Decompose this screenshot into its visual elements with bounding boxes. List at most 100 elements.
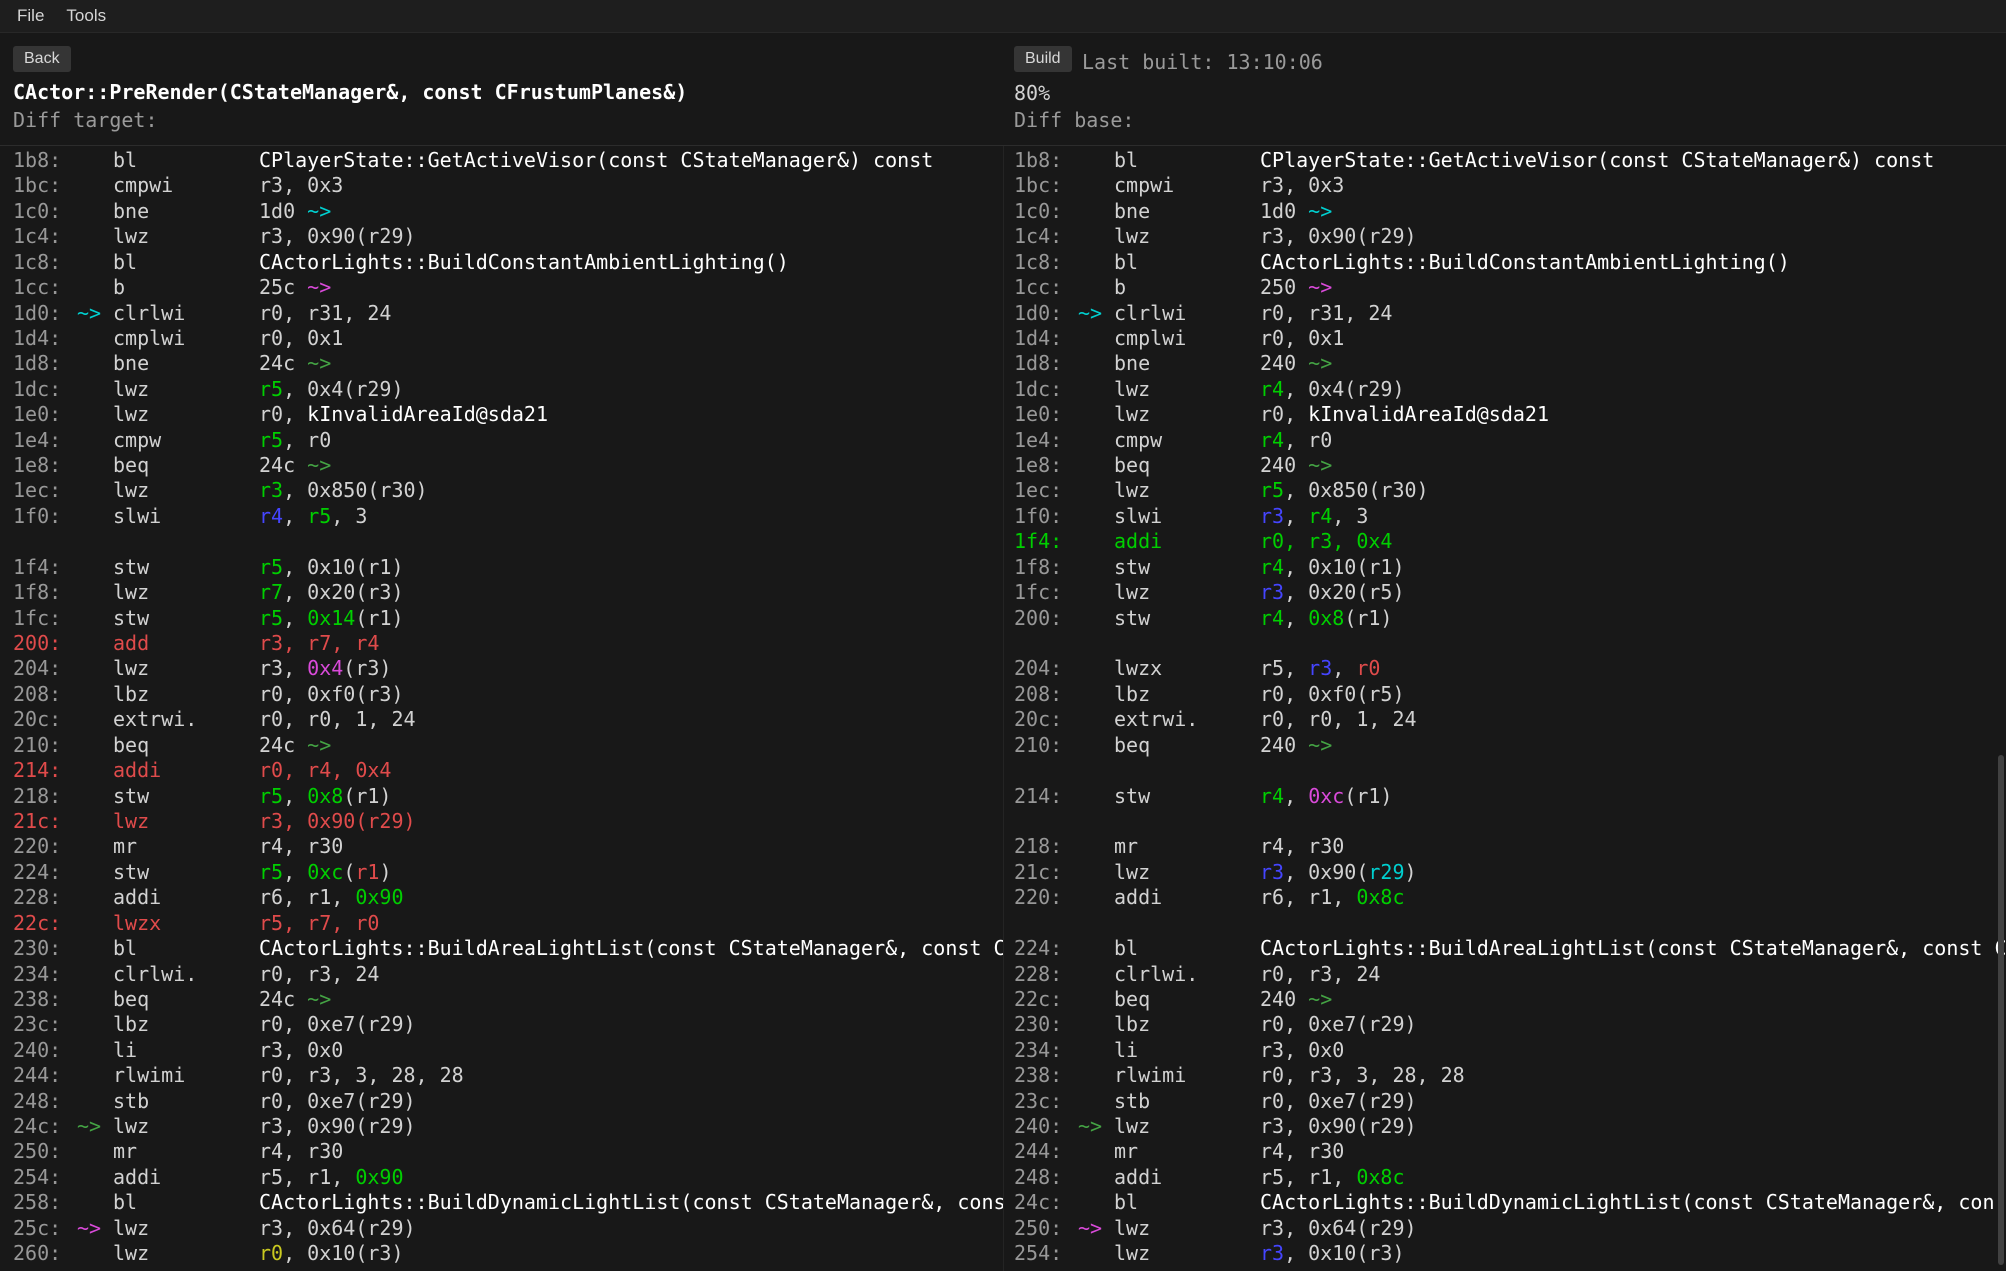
asm-row[interactable]: 1b8:blCPlayerState::GetActiveVisor(const… xyxy=(13,148,1003,173)
asm-mnemonic: bl xyxy=(113,1190,259,1215)
asm-row[interactable]: 20c:extrwi.r0, r0, 1, 24 xyxy=(1014,707,2006,732)
menu-tools[interactable]: Tools xyxy=(57,3,115,29)
asm-row[interactable]: 214:stwr4, 0xc(r1) xyxy=(1014,784,2006,809)
asm-row[interactable]: 228:addir6, r1, 0x90 xyxy=(13,885,1003,910)
asm-row[interactable]: 238:rlwimir0, r3, 3, 28, 28 xyxy=(1014,1063,2006,1088)
asm-row[interactable]: 22c:beq240 ~> xyxy=(1014,987,2006,1012)
diff-base-pane[interactable]: 1b8:blCPlayerState::GetActiveVisor(const… xyxy=(1014,148,2006,1271)
asm-row[interactable]: 254:addir5, r1, 0x90 xyxy=(13,1165,1003,1190)
asm-row[interactable]: 208:lbzr0, 0xf0(r3) xyxy=(13,682,1003,707)
asm-row[interactable]: 1f4:stwr5, 0x10(r1) xyxy=(13,555,1003,580)
asm-address: 24c: xyxy=(1014,1190,1078,1215)
asm-row[interactable]: 248:addir5, r1, 0x8c xyxy=(1014,1165,2006,1190)
asm-row[interactable]: 1f0:slwir4, r5, 3 xyxy=(13,504,1003,529)
asm-row[interactable]: 254:lwzr3, 0x10(r3) xyxy=(1014,1241,2006,1266)
asm-row[interactable]: 23c:stbr0, 0xe7(r29) xyxy=(1014,1089,2006,1114)
asm-row[interactable]: 260:lwzr0, 0x10(r3) xyxy=(13,1241,1003,1266)
asm-row[interactable]: 244:mrr4, r30 xyxy=(1014,1139,2006,1164)
asm-row[interactable]: 1d0:~>clrlwir0, r31, 24 xyxy=(1014,301,2006,326)
asm-row[interactable]: 1c8:blCActorLights::BuildConstantAmbient… xyxy=(13,250,1003,275)
asm-row[interactable]: 1c4:lwzr3, 0x90(r29) xyxy=(13,224,1003,249)
asm-row[interactable]: 210:beq24c ~> xyxy=(13,733,1003,758)
asm-operands: CActorLights::BuildDynamicLightList(cons… xyxy=(259,1190,1003,1215)
asm-row[interactable]: 1f0:slwir3, r4, 3 xyxy=(1014,504,2006,529)
asm-row[interactable]: 1e0:lwzr0, kInvalidAreaId@sda21 xyxy=(1014,402,2006,427)
asm-row[interactable]: 1d4:cmplwir0, 0x1 xyxy=(13,326,1003,351)
asm-row[interactable]: 1e4:cmpwr5, r0 xyxy=(13,428,1003,453)
asm-row[interactable]: 1f8:lwzr7, 0x20(r3) xyxy=(13,580,1003,605)
asm-row[interactable]: 1d0:~>clrlwir0, r31, 24 xyxy=(13,301,1003,326)
asm-row[interactable]: 24c:~>lwzr3, 0x90(r29) xyxy=(13,1114,1003,1139)
asm-row[interactable]: 1bc:cmpwir3, 0x3 xyxy=(13,173,1003,198)
asm-row[interactable]: 1e0:lwzr0, kInvalidAreaId@sda21 xyxy=(13,402,1003,427)
asm-row[interactable]: 218:mrr4, r30 xyxy=(1014,834,2006,859)
asm-row[interactable]: 220:mrr4, r30 xyxy=(13,834,1003,859)
asm-row[interactable]: 1e4:cmpwr4, r0 xyxy=(1014,428,2006,453)
asm-row[interactable]: 204:lwzr3, 0x4(r3) xyxy=(13,656,1003,681)
asm-row[interactable]: 218:stwr5, 0x8(r1) xyxy=(13,784,1003,809)
asm-mnemonic: lwz xyxy=(113,1241,259,1266)
menu-file[interactable]: File xyxy=(8,3,53,29)
asm-row[interactable]: 244:rlwimir0, r3, 3, 28, 28 xyxy=(13,1063,1003,1088)
arrow-spacer xyxy=(1078,148,1114,173)
asm-row[interactable]: 1b8:blCPlayerState::GetActiveVisor(const… xyxy=(1014,148,2006,173)
asm-row[interactable]: 200:addr3, r7, r4 xyxy=(13,631,1003,656)
asm-row[interactable]: 20c:extrwi.r0, r0, 1, 24 xyxy=(13,707,1003,732)
asm-row[interactable]: 248:stbr0, 0xe7(r29) xyxy=(13,1089,1003,1114)
vertical-scrollbar-thumb[interactable] xyxy=(1998,755,2004,1265)
asm-row[interactable]: 238:beq24c ~> xyxy=(13,987,1003,1012)
asm-row[interactable]: 1d8:bne24c ~> xyxy=(13,351,1003,376)
asm-row[interactable]: 22c:lwzxr5, r7, r0 xyxy=(13,911,1003,936)
asm-row[interactable]: 204:lwzxr5, r3, r0 xyxy=(1014,656,2006,681)
asm-row[interactable]: 1e8:beq24c ~> xyxy=(13,453,1003,478)
asm-row[interactable]: 250:mrr4, r30 xyxy=(13,1139,1003,1164)
asm-row[interactable]: 21c:lwzr3, 0x90(r29) xyxy=(13,809,1003,834)
asm-row[interactable]: 24c:blCActorLights::BuildDynamicLightLis… xyxy=(1014,1190,2006,1215)
asm-address: 1f0: xyxy=(13,504,77,529)
asm-row[interactable]: 1ec:lwzr3, 0x850(r30) xyxy=(13,478,1003,503)
asm-row[interactable]: 1c4:lwzr3, 0x90(r29) xyxy=(1014,224,2006,249)
asm-row[interactable]: 1d8:bne240 ~> xyxy=(1014,351,2006,376)
asm-row[interactable]: 1dc:lwzr5, 0x4(r29) xyxy=(13,377,1003,402)
asm-row[interactable]: 230:lbzr0, 0xe7(r29) xyxy=(1014,1012,2006,1037)
asm-row[interactable]: 1f4:addir0, r3, 0x4 xyxy=(1014,529,2006,554)
asm-address: 254: xyxy=(13,1165,77,1190)
asm-row[interactable]: 1f8:stwr4, 0x10(r1) xyxy=(1014,555,2006,580)
asm-row[interactable]: 258:blCActorLights::BuildDynamicLightLis… xyxy=(13,1190,1003,1215)
asm-row[interactable]: 1fc:stwr5, 0x14(r1) xyxy=(13,606,1003,631)
asm-row[interactable]: 1c0:bne1d0 ~> xyxy=(13,199,1003,224)
asm-mnemonic: stw xyxy=(1114,606,1260,631)
asm-row[interactable]: 23c:lbzr0, 0xe7(r29) xyxy=(13,1012,1003,1037)
back-button[interactable]: Back xyxy=(13,46,71,72)
asm-row[interactable]: 1cc:b25c ~> xyxy=(13,275,1003,300)
build-button[interactable]: Build xyxy=(1014,46,1072,72)
asm-row[interactable]: 1c0:bne1d0 ~> xyxy=(1014,199,2006,224)
asm-row[interactable]: 228:clrlwi.r0, r3, 24 xyxy=(1014,962,2006,987)
asm-row[interactable]: 1d4:cmplwir0, 0x1 xyxy=(1014,326,2006,351)
asm-row[interactable]: 21c:lwzr3, 0x90(r29) xyxy=(1014,860,2006,885)
asm-row[interactable]: 234:lir3, 0x0 xyxy=(1014,1038,2006,1063)
asm-row[interactable]: 1dc:lwzr4, 0x4(r29) xyxy=(1014,377,2006,402)
asm-row[interactable]: 214:addir0, r4, 0x4 xyxy=(13,758,1003,783)
asm-row[interactable]: 1fc:lwzr3, 0x20(r5) xyxy=(1014,580,2006,605)
asm-row[interactable]: 224:stwr5, 0xc(r1) xyxy=(13,860,1003,885)
asm-row[interactable]: 250:~>lwzr3, 0x64(r29) xyxy=(1014,1216,2006,1241)
arrow-spacer xyxy=(77,1089,113,1114)
asm-row[interactable]: 1bc:cmpwir3, 0x3 xyxy=(1014,173,2006,198)
asm-row[interactable]: 1ec:lwzr5, 0x850(r30) xyxy=(1014,478,2006,503)
asm-row[interactable]: 240:lir3, 0x0 xyxy=(13,1038,1003,1063)
asm-row[interactable]: 200:stwr4, 0x8(r1) xyxy=(1014,606,2006,631)
asm-row[interactable]: 230:blCActorLights::BuildAreaLightList(c… xyxy=(13,936,1003,961)
asm-row[interactable]: 1e8:beq240 ~> xyxy=(1014,453,2006,478)
asm-row[interactable]: 1cc:b250 ~> xyxy=(1014,275,2006,300)
operand-token: r0, r0, 1, 24 xyxy=(1260,707,1417,731)
asm-row[interactable]: 25c:~>lwzr3, 0x64(r29) xyxy=(13,1216,1003,1241)
asm-row[interactable]: 224:blCActorLights::BuildAreaLightList(c… xyxy=(1014,936,2006,961)
diff-target-pane[interactable]: 1b8:blCPlayerState::GetActiveVisor(const… xyxy=(13,148,1003,1271)
asm-row[interactable]: 210:beq240 ~> xyxy=(1014,733,2006,758)
asm-row[interactable]: 234:clrlwi.r0, r3, 24 xyxy=(13,962,1003,987)
asm-row[interactable]: 240:~>lwzr3, 0x90(r29) xyxy=(1014,1114,2006,1139)
asm-row[interactable]: 208:lbzr0, 0xf0(r5) xyxy=(1014,682,2006,707)
asm-row[interactable]: 1c8:blCActorLights::BuildConstantAmbient… xyxy=(1014,250,2006,275)
asm-row[interactable]: 220:addir6, r1, 0x8c xyxy=(1014,885,2006,910)
